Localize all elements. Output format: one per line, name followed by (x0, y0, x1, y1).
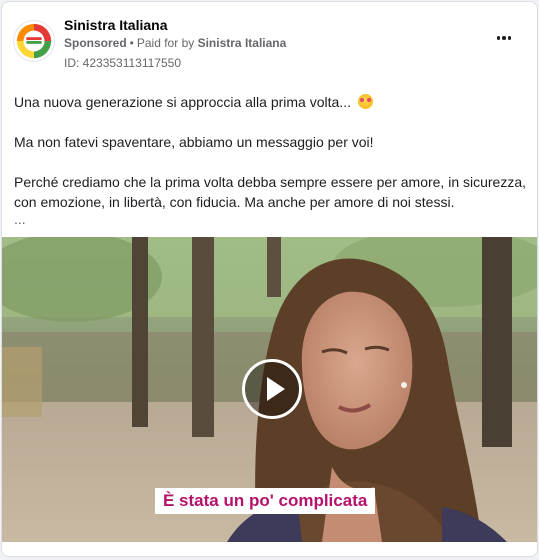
video-player[interactable]: È stata un po' complicata (2, 237, 537, 542)
post-text-line-1: Una nuova generazione si approccia alla … (14, 92, 529, 112)
post-text-line-2: Ma non fatevi spaventare, abbiamo un mes… (14, 134, 374, 150)
page-name-link[interactable]: Sinistra Italiana (64, 17, 167, 33)
post-text: Una nuova generazione si approccia alla … (14, 92, 529, 226)
separator-dot: • (129, 36, 134, 50)
page-avatar[interactable] (13, 20, 55, 62)
paid-for-prefix: Paid for by (136, 36, 195, 50)
see-more-link[interactable]: ... (14, 212, 529, 226)
payer-name-link[interactable]: Sinistra Italiana (198, 36, 287, 50)
sponsored-post-card: Sinistra Italiana Sponsored • Paid for by … (1, 1, 538, 557)
ad-id: ID: 423353113117550 (64, 56, 181, 70)
post-text-line-3: Perché crediamo che la prima volta debba… (14, 174, 527, 210)
video-subtitle: È stata un po' complicata (155, 488, 376, 514)
sponsored-label[interactable]: Sponsored (64, 36, 127, 50)
play-icon[interactable] (242, 359, 302, 419)
page-logo-icon (14, 21, 54, 61)
more-options-button[interactable] (493, 30, 515, 46)
more-horizontal-icon (496, 36, 501, 40)
heart-eyes-emoji-icon (357, 94, 373, 109)
sponsored-meta: Sponsored • Paid for by Sinistra Italiana (64, 36, 286, 50)
post-header: Sinistra Italiana Sponsored • Paid for by … (13, 14, 525, 74)
